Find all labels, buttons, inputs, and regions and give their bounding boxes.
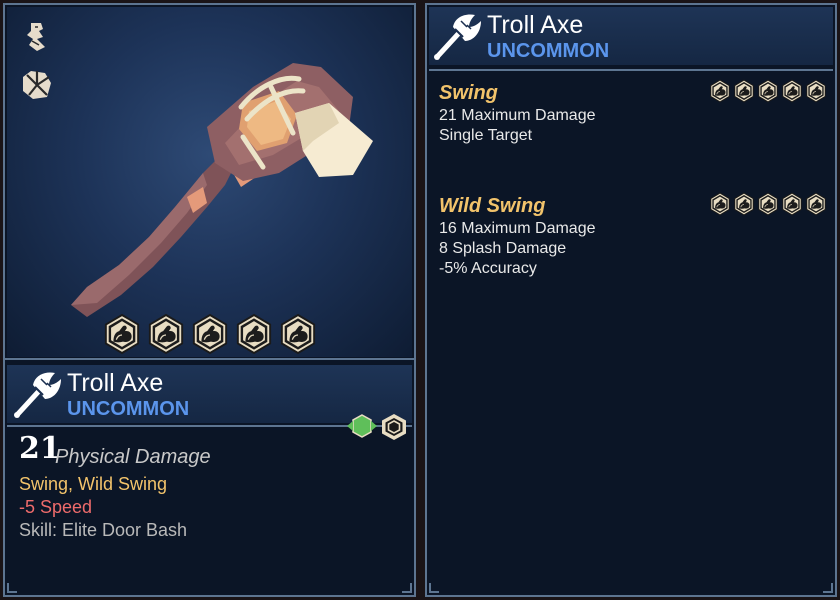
strength-icon: [757, 192, 779, 216]
skill-details-panel: Troll Axe UNCOMMON Swing 21 Maximum Dama…: [425, 3, 837, 597]
item-title: Troll Axe: [67, 369, 164, 397]
bone-icon[interactable]: [19, 19, 55, 55]
item-title: Troll Axe: [487, 11, 584, 39]
strength-requirement-row: [103, 313, 317, 355]
skill-strength-row: [709, 192, 827, 216]
item-rarity: UNCOMMON: [67, 398, 190, 420]
skill-name: Swing: [439, 82, 498, 104]
panel-corner: [402, 583, 412, 593]
skill-name: Wild Swing: [439, 195, 546, 217]
header-underline: [429, 69, 833, 71]
section-divider: [5, 358, 414, 360]
strength-icon: [805, 192, 827, 216]
strength-icon: [191, 313, 229, 355]
skill-stat: -5% Accuracy: [439, 260, 537, 277]
damage-type: Physical Damage: [55, 446, 211, 468]
axe-icon: [13, 369, 63, 419]
skill-stat: 8 Splash Damage: [439, 240, 567, 257]
strength-icon: [709, 192, 731, 216]
item-summary-panel: Troll Axe UNCOMMON 21 Physical Damage Sw…: [3, 3, 416, 597]
strength-icon: [235, 313, 273, 355]
arrows-badge-icon[interactable]: [347, 413, 377, 439]
strength-icon: [805, 79, 827, 103]
strength-icon: [781, 192, 803, 216]
panel-corner: [7, 583, 17, 593]
item-rarity: UNCOMMON: [487, 40, 610, 62]
skills-list: Swing, Wild Swing: [19, 474, 168, 494]
strength-icon: [709, 79, 731, 103]
skill-stat: Single Target: [439, 127, 533, 144]
panel-corner: [429, 583, 439, 593]
troll-axe-illustration: [71, 63, 373, 317]
skill-strength-row: [709, 79, 827, 103]
weapon-preview: [7, 7, 412, 357]
special-skill: Skill: Elite Door Bash: [19, 520, 188, 540]
strength-icon: [781, 79, 803, 103]
impact-icon[interactable]: [19, 67, 55, 103]
strength-icon: [103, 313, 141, 355]
strength-icon: [147, 313, 185, 355]
strength-icon: [733, 79, 755, 103]
hexagon-badge-icon[interactable]: [381, 413, 407, 441]
item-header: Troll Axe UNCOMMON: [429, 7, 833, 65]
strength-icon: [733, 192, 755, 216]
axe-icon: [433, 11, 483, 61]
panel-corner: [823, 583, 833, 593]
strength-icon: [757, 79, 779, 103]
speed-stat: -5 Speed: [19, 497, 93, 517]
strength-icon: [279, 313, 317, 355]
skill-stat: 16 Maximum Damage: [439, 220, 596, 237]
skill-stat: 21 Maximum Damage: [439, 107, 596, 124]
